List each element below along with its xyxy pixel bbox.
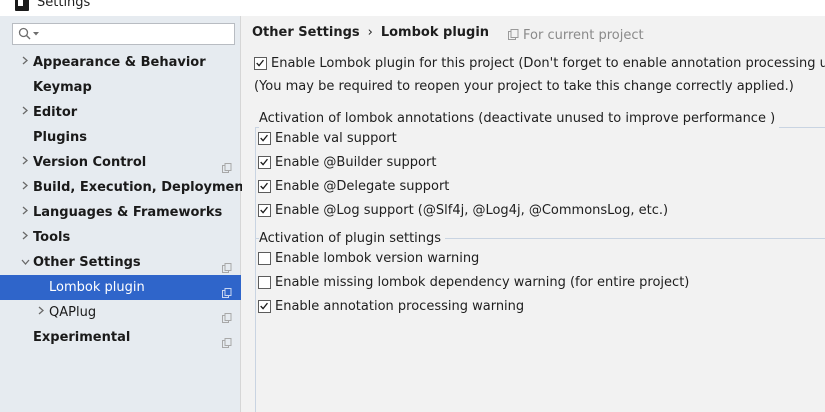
checkbox-enable-builder-support[interactable] xyxy=(258,156,271,169)
checkbox-enable-log-support-slf4j-log4j-commonslog-etc[interactable] xyxy=(258,204,271,217)
sidebar-item-keymap[interactable]: Keymap xyxy=(0,75,241,100)
window-title: Settings xyxy=(37,0,91,10)
checkbox-enable-missing-lombok-dependency-warning-for-entire-project[interactable] xyxy=(258,276,271,289)
copy-icon xyxy=(222,332,232,348)
breadcrumb-current: Lombok plugin xyxy=(380,25,490,40)
sidebar-item-appearance-behavior[interactable]: Appearance & Behavior xyxy=(0,50,241,75)
group-plugin-title: Activation of plugin settings xyxy=(259,230,446,248)
scope-indicator: For current project xyxy=(508,28,644,43)
chevron-right-icon[interactable] xyxy=(20,200,30,225)
group-annotations-title: Activation of lombok annotations (deacti… xyxy=(259,110,780,128)
reopen-note: (You may be required to reopen your proj… xyxy=(254,77,794,97)
sidebar-item-label: Other Settings xyxy=(33,255,141,270)
group-plugin-border-left xyxy=(255,238,256,412)
sidebar-item-label: Editor xyxy=(33,105,78,120)
sidebar-item-experimental[interactable]: Experimental xyxy=(0,325,241,350)
breadcrumb-separator: › xyxy=(367,25,373,40)
copy-icon xyxy=(222,307,232,323)
sidebar-item-other-settings[interactable]: Other Settings xyxy=(0,250,241,275)
chevron-right-icon[interactable] xyxy=(20,225,30,250)
sidebar-item-label: QAPlug xyxy=(49,305,97,320)
sidebar-item-qaplug[interactable]: QAPlug xyxy=(0,300,241,325)
settings-sidebar: Appearance & Behavior Keymap Editor Plugins… xyxy=(0,16,250,412)
settings-content: Other Settings › Lombok plugin For current… xyxy=(242,16,825,412)
sidebar-item-label: Lombok plugin xyxy=(49,280,145,295)
copy-icon xyxy=(222,257,232,273)
chevron-down-icon[interactable] xyxy=(20,250,30,275)
chevron-right-icon[interactable] xyxy=(20,100,30,125)
breadcrumb-parent: Other Settings xyxy=(252,25,360,40)
enable-lombok-checkbox-row[interactable]: Enable Lombok plugin for this project (D… xyxy=(254,54,825,74)
sidebar-item-label: Build, Execution, Deployment xyxy=(33,180,250,195)
app-logo-icon xyxy=(15,0,29,11)
copy-icon xyxy=(222,157,232,173)
copy-icon xyxy=(508,29,519,40)
checkbox-enable-annotation-processing-warning[interactable] xyxy=(258,300,271,313)
sidebar-item-label: Experimental xyxy=(33,330,131,345)
checkbox-enable-val-support[interactable] xyxy=(258,132,271,145)
sidebar-item-label: Languages & Frameworks xyxy=(33,205,223,220)
search-options-chevron-icon[interactable] xyxy=(33,32,39,36)
checkbox-label: Enable val support xyxy=(275,131,397,146)
checkbox-enable-delegate-support[interactable] xyxy=(258,180,271,193)
sidebar-item-label: Appearance & Behavior xyxy=(33,55,206,70)
checkbox-label: Enable missing lombok dependency warning… xyxy=(275,275,690,290)
chevron-right-icon[interactable] xyxy=(36,300,46,325)
checkbox-label: Enable @Log support (@Slf4j, @Log4j, @Co… xyxy=(275,203,669,218)
checkbox-label: Enable @Delegate support xyxy=(275,179,450,194)
checkbox-label: Enable @Builder support xyxy=(275,155,437,170)
sidebar-item-lombok-plugin[interactable]: Lombok plugin xyxy=(0,275,241,300)
sidebar-item-tools[interactable]: Tools xyxy=(0,225,241,250)
title-bar: Settings xyxy=(0,0,825,16)
checkbox-enable-lombok-version-warning[interactable] xyxy=(258,252,271,265)
scope-label: For current project xyxy=(523,28,644,43)
sidebar-item-build-execution-deployment[interactable]: Build, Execution, Deployment xyxy=(0,175,250,200)
reopen-note-text: (You may be required to reopen your proj… xyxy=(254,79,794,94)
search-icon xyxy=(18,27,31,40)
checkbox-label: Enable lombok version warning xyxy=(275,251,480,266)
sidebar-item-label: Version Control xyxy=(33,155,147,170)
chevron-right-icon[interactable] xyxy=(20,175,30,200)
sidebar-item-version-control[interactable]: Version Control xyxy=(0,150,241,175)
chevron-right-icon[interactable] xyxy=(20,150,30,175)
enable-lombok-checkbox[interactable] xyxy=(254,57,267,70)
sidebar-item-plugins[interactable]: Plugins xyxy=(0,125,241,150)
sidebar-item-label: Tools xyxy=(33,230,71,245)
search-input[interactable] xyxy=(12,23,235,45)
settings-tree: Appearance & Behavior Keymap Editor Plugins… xyxy=(0,50,250,350)
sidebar-item-label: Plugins xyxy=(33,130,87,145)
group-annotations-border-left xyxy=(255,127,256,248)
enable-lombok-label: Enable Lombok plugin for this project (D… xyxy=(271,56,825,71)
chevron-right-icon[interactable] xyxy=(20,50,30,75)
sidebar-item-languages-frameworks[interactable]: Languages & Frameworks xyxy=(0,200,241,225)
sidebar-item-label: Keymap xyxy=(33,80,92,95)
breadcrumb: Other Settings › Lombok plugin xyxy=(252,25,489,40)
copy-icon xyxy=(222,282,232,298)
sidebar-item-editor[interactable]: Editor xyxy=(0,100,241,125)
checkbox-label: Enable annotation processing warning xyxy=(275,299,525,314)
